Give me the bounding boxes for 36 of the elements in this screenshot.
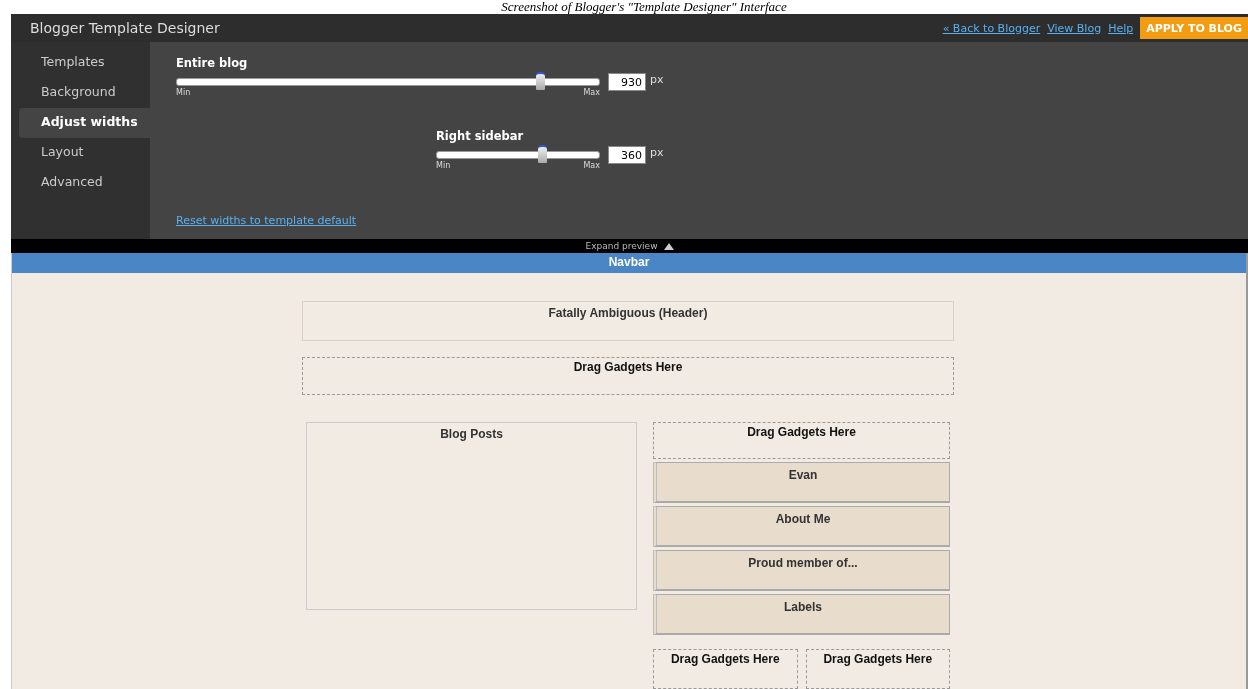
max-label: Max [583,88,600,97]
slider-thumb[interactable] [535,72,545,90]
gadget-drop-zone: Drag Gadgets Here [653,422,950,459]
sidebar-item[interactable]: Background [19,78,150,108]
slider-label: Entire blog [176,56,248,70]
sidebar-item[interactable]: Adjust widths [19,108,150,138]
min-label: Min [436,161,451,170]
sidebar-item[interactable]: Layout [19,138,150,168]
unit-label: px [650,146,664,159]
unit-label: px [650,73,664,86]
header-link[interactable]: Help [1108,21,1134,35]
min-label: Min [176,88,191,97]
reset-link[interactable]: Reset widths to template default [176,214,357,227]
header-link[interactable]: « Back to Blogger [942,21,1041,35]
slider-label: Right sidebar [436,129,524,143]
caret-up-icon [663,242,674,250]
header-link[interactable]: View Blog [1047,21,1102,35]
sidebar-gadget[interactable]: About Me [653,506,950,547]
caption: Screenshot of Blogger's "Template Designer" Interface [500,0,788,14]
header-gadget[interactable]: Fatally Ambiguous (Header) [302,301,954,341]
navbar: Navbar [12,253,1246,273]
width-input[interactable]: 360 [608,146,646,164]
blog-posts-gadget[interactable]: Blog Posts [306,422,637,610]
expand-preview-button[interactable]: Expand preview [585,241,674,251]
app-title: Blogger Template Designer [29,20,220,36]
max-label: Max [583,161,600,170]
width-input[interactable]: 930 [608,73,646,91]
sidebar-item[interactable]: Templates [19,48,150,78]
sidebar-gadget[interactable]: Evan [653,462,950,503]
gadget-drop-zone: Drag Gadgets Here [302,357,954,395]
gadget-drop-zone: Drag Gadgets Here [805,649,950,689]
sidebar-item[interactable]: Advanced [19,168,150,198]
slider-thumb[interactable] [538,145,548,163]
sidebar-gadget[interactable]: Proud member of... [653,550,950,591]
gadget-drop-zone: Drag Gadgets Here [653,649,798,689]
sidebar-gadget[interactable]: Labels [653,594,950,635]
